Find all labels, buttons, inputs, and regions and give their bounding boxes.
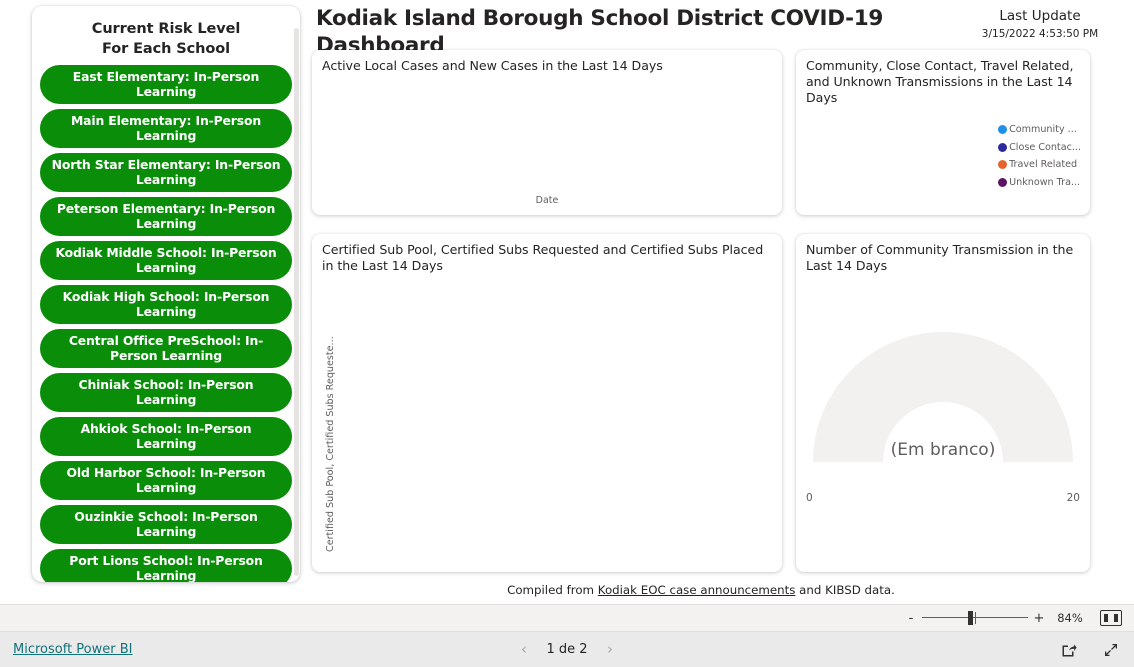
x-axis-label-date: Date: [535, 195, 559, 206]
risk-level-list: East Elementary: In-Person Learning Main…: [40, 63, 292, 582]
microsoft-power-bi-link[interactable]: Microsoft Power BI: [13, 642, 132, 657]
legend-item-close-contact[interactable]: Close Contac...: [998, 142, 1081, 153]
legend-item-unknown[interactable]: Unknown Tra...: [998, 177, 1080, 188]
zoom-out-button[interactable]: -: [902, 609, 920, 627]
risk-pill-east-elementary[interactable]: East Elementary: In-Person Learning: [40, 65, 292, 105]
risk-panel-scrollbar-thumb[interactable]: [294, 28, 299, 576]
legend-swatch-community-icon: [998, 125, 1008, 134]
zoom-bar: - + 84%: [0, 604, 1134, 632]
last-update-timestamp: 3/15/2022 4:53:50 PM: [981, 28, 1099, 41]
zoom-slider-tick: [975, 612, 976, 624]
legend-label-community: Community ...: [1009, 124, 1077, 135]
risk-pill-kodiak-middle-school[interactable]: Kodiak Middle School: In-Person Learning: [40, 241, 292, 281]
legend-swatch-unknown-icon: [998, 177, 1008, 187]
visual-title-transmissions: Community, Close Contact, Travel Related…: [806, 58, 1074, 106]
risk-pill-central-office-preschool[interactable]: Central Office PreSchool: In-Person Lear…: [40, 329, 292, 369]
fullscreen-icon[interactable]: [1102, 641, 1120, 659]
legend-label-unknown: Unknown Tra...: [1009, 176, 1081, 188]
gauge-center-value: (Em branco): [890, 440, 996, 460]
legend-swatch-close-contact-icon: [998, 142, 1008, 152]
legend-swatch-travel-related-icon: [998, 160, 1008, 169]
share-icon[interactable]: [1060, 641, 1078, 659]
bottom-app-bar: Microsoft Power BI ‹ 1 de 2 ›: [0, 632, 1134, 667]
share-icon-glyph: [1062, 643, 1077, 656]
legend-item-travel-related[interactable]: Travel Related: [998, 159, 1077, 170]
last-update-label: Last Update: [999, 8, 1081, 24]
risk-pill-ahkiok-school[interactable]: Ahkiok School: In-Person Learning: [40, 417, 292, 457]
zoom-percent-label: 84%: [1057, 611, 1083, 625]
fullscreen-icon-glyph: [1105, 643, 1117, 656]
current-risk-level-panel: Current Risk Level For Each School East …: [32, 6, 300, 582]
compiled-note-suffix: and KIBSD data.: [795, 583, 895, 597]
risk-pill-main-elementary[interactable]: Main Elementary: In-Person Learning: [40, 109, 292, 149]
report-canvas: Current Risk Level For Each School East …: [0, 0, 1134, 604]
legend-label-travel-related: Travel Related: [1009, 159, 1078, 170]
risk-pill-chiniak-school[interactable]: Chiniak School: In-Person Learning: [40, 373, 292, 413]
visual-title-active-local-cases: Active Local Cases and New Cases in the …: [322, 58, 663, 73]
compiled-note-prefix: Compiled from: [507, 583, 598, 597]
visual-certified-sub-pool[interactable]: Certified Sub Pool, Certified Subs Reque…: [312, 234, 782, 572]
visual-title-certified-sub-pool: Certified Sub Pool, Certified Subs Reque…: [322, 242, 764, 274]
risk-panel-title-line-2: For Each School: [102, 40, 230, 57]
risk-pill-old-harbor-school[interactable]: Old Harbor School: In-Person Learning: [40, 461, 292, 501]
zoom-slider[interactable]: [922, 609, 1028, 627]
bottom-right-actions: [1060, 641, 1120, 659]
y-axis-label-certified-sub-pool: Certified Sub Pool, Certified Subs Reque…: [325, 336, 336, 552]
last-update-block: Last Update 3/15/2022 4:53:50 PM: [960, 6, 1120, 43]
risk-panel-title: Current Risk Level For Each School: [40, 14, 292, 63]
risk-panel-scrollbar[interactable]: [294, 28, 299, 576]
risk-pill-ouzinkie-school[interactable]: Ouzinkie School: In-Person Learning: [40, 505, 292, 545]
zoom-in-button[interactable]: +: [1030, 609, 1048, 627]
pager-next-chevron-icon[interactable]: ›: [603, 642, 617, 657]
visual-title-community-transmission-gauge: Number of Community Transmission in the …: [806, 242, 1074, 274]
visual-active-local-cases[interactable]: Active Local Cases and New Cases in the …: [312, 50, 782, 215]
transmissions-legend: Community ... Close Contac... Travel Rel…: [998, 124, 1081, 188]
legend-item-community[interactable]: Community ...: [998, 124, 1077, 135]
fit-to-page-icon[interactable]: [1100, 610, 1122, 626]
risk-panel-title-line-1: Current Risk Level: [91, 21, 241, 37]
pager-page-label: 1 de 2: [546, 642, 588, 657]
zoom-slider-thumb[interactable]: [968, 611, 973, 625]
risk-pill-port-lions-school[interactable]: Port Lions School: In-Person Learning: [40, 549, 292, 582]
gauge-min-label: 0: [806, 492, 813, 504]
visual-transmissions[interactable]: Community, Close Contact, Travel Related…: [796, 50, 1090, 215]
risk-pill-kodiak-high-school[interactable]: Kodiak High School: In-Person Learning: [40, 285, 292, 325]
compiled-from-note: Compiled from Kodiak EOC case announceme…: [312, 583, 1090, 597]
risk-pill-peterson-elementary[interactable]: Peterson Elementary: In-Person Learning: [40, 197, 292, 237]
pager: ‹ 1 de 2 ›: [517, 642, 617, 658]
gauge-max-label: 20: [1066, 492, 1080, 504]
legend-label-close-contact: Close Contac...: [1009, 141, 1081, 153]
pager-previous-chevron-icon[interactable]: ‹: [517, 642, 531, 657]
risk-pill-north-star-elementary[interactable]: North Star Elementary: In-Person Learnin…: [40, 153, 292, 193]
kodiak-eoc-link[interactable]: Kodiak EOC case announcements: [598, 583, 796, 597]
visual-community-transmission-gauge[interactable]: Number of Community Transmission in the …: [796, 234, 1090, 572]
gauge-graphic: (Em branco): [796, 312, 1090, 497]
